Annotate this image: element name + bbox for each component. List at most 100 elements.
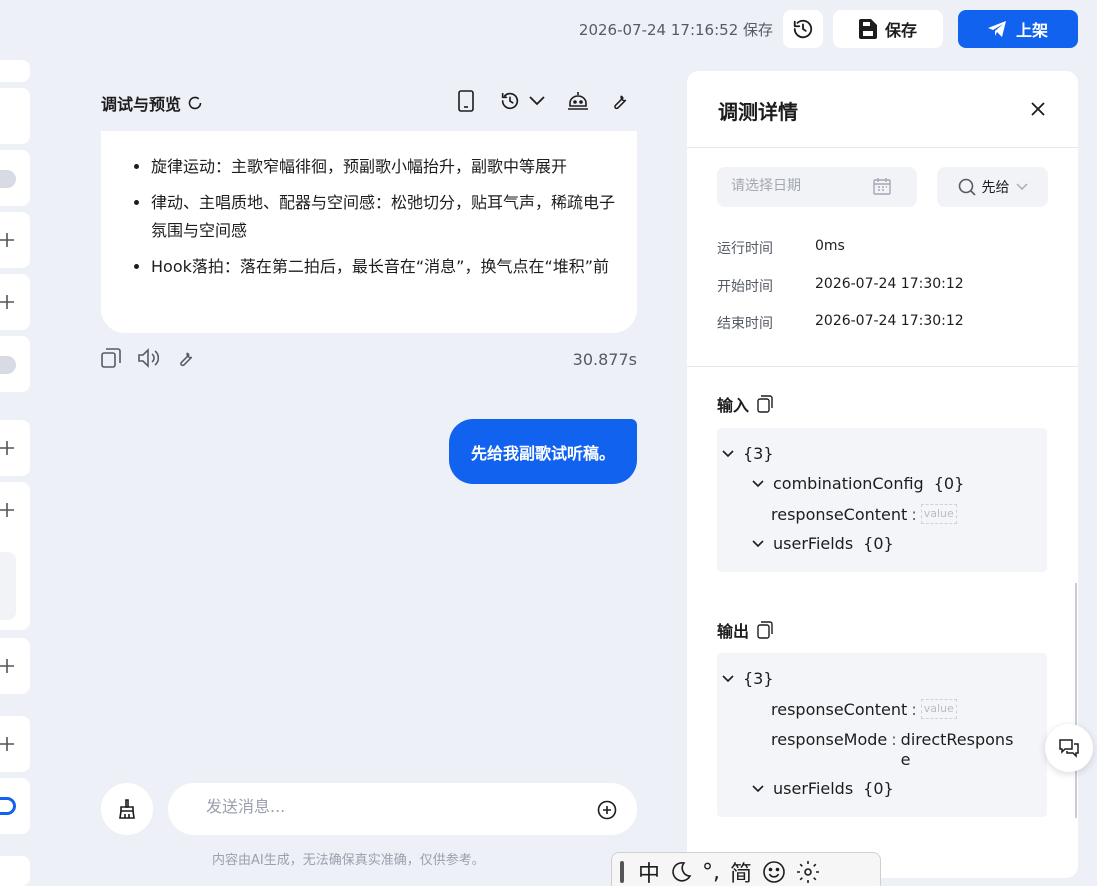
config-card[interactable] [0, 420, 30, 476]
ime-simplified-toggle[interactable]: 简 [730, 856, 752, 886]
output-title-text: 输出 [717, 622, 750, 641]
json-key: userFields [773, 534, 854, 553]
date-input[interactable] [731, 178, 871, 194]
chevron-down-icon[interactable] [721, 449, 735, 459]
ai-disclaimer: 内容由AI生成，无法确保真实准确，仅供参考。 [212, 853, 485, 868]
speaker-icon[interactable] [137, 348, 159, 368]
config-card[interactable] [0, 856, 30, 886]
copy-icon[interactable] [757, 395, 773, 413]
json-key: userFields [773, 779, 854, 798]
plus-icon[interactable] [0, 503, 14, 517]
add-circle-icon[interactable] [597, 800, 617, 820]
search-select[interactable]: 先给 [937, 167, 1048, 207]
gear-icon[interactable] [796, 860, 820, 884]
json-value: directResponse [900, 730, 1014, 769]
config-card[interactable] [0, 150, 30, 206]
save-button[interactable]: 保存 [833, 10, 943, 48]
config-card[interactable] [0, 778, 30, 834]
close-icon[interactable] [1030, 101, 1046, 117]
config-card[interactable] [0, 716, 30, 772]
publish-button-label: 上架 [1015, 21, 1048, 40]
toggle-switch[interactable] [0, 356, 16, 374]
moon-icon[interactable] [670, 861, 692, 883]
config-card[interactable] [0, 336, 30, 392]
json-row[interactable]: combinationConfig {0} [751, 474, 964, 493]
message-input-box[interactable] [168, 783, 637, 835]
json-root-row[interactable]: {3} [721, 444, 774, 463]
preview-title-text: 调试与预览 [101, 95, 182, 114]
json-row[interactable]: userFields {0} [751, 534, 894, 553]
chevron-down-icon [1016, 183, 1027, 190]
debug-bot-button[interactable] [567, 90, 589, 112]
mobile-preview-button[interactable] [458, 90, 474, 112]
feedback-chat-button[interactable] [1045, 724, 1093, 772]
plus-icon[interactable] [0, 441, 14, 455]
mobile-phone-icon [458, 90, 474, 112]
wrench-icon[interactable] [175, 348, 195, 368]
json-value-placeholder[interactable]: value [920, 699, 957, 719]
info-key: 开始时间 [717, 279, 773, 295]
ime-toolbar: 中 °, 简 [611, 852, 881, 886]
date-picker[interactable] [717, 167, 917, 207]
json-count: {0} [933, 474, 965, 493]
input-json-viewer: {3} combinationConfig {0} responseConten… [717, 428, 1047, 572]
message-input[interactable] [206, 797, 566, 816]
settings-wrench-button[interactable] [609, 90, 629, 112]
json-value-placeholder[interactable]: value [920, 504, 957, 524]
config-card[interactable] [0, 482, 30, 630]
config-card[interactable] [0, 212, 30, 268]
info-value: 0ms [815, 238, 845, 254]
chat-bubbles-icon [1059, 739, 1079, 758]
chevron-down-icon[interactable] [751, 784, 765, 794]
send-plane-icon [987, 21, 1006, 37]
output-section-title: 输出 [717, 618, 773, 642]
response-duration: 30.877s [572, 350, 637, 369]
chevron-down-icon [529, 96, 545, 106]
debug-details-panel: 调测详情 先给 运行时间 0ms 开始时间 2026-07-24 17:30:1… [687, 71, 1078, 878]
bot-debug-icon [568, 92, 588, 110]
wrench-icon [614, 95, 627, 110]
clear-context-button[interactable] [101, 783, 153, 835]
user-message-text: 先给我副歌试听稿。 [470, 443, 615, 463]
json-row: responseContent : value [771, 699, 957, 719]
ime-punctuation-toggle[interactable]: °, [702, 860, 720, 885]
save-file-icon [858, 19, 877, 39]
ime-drag-handle[interactable] [620, 861, 624, 883]
toggle-switch[interactable] [0, 170, 16, 188]
plus-icon[interactable] [0, 737, 14, 751]
json-count: {3} [743, 669, 774, 688]
scrollbar[interactable] [1075, 583, 1077, 818]
chevron-down-icon[interactable] [721, 674, 735, 684]
search-value: 先给 [981, 180, 1010, 196]
history-dropdown-button[interactable] [499, 90, 545, 112]
plus-icon[interactable] [0, 295, 14, 309]
plus-icon[interactable] [0, 233, 14, 247]
list-item: 律动、主唱质地、配器与空间感：松弛切分，贴耳气声，稀疏电子氛围与空间感 [151, 189, 621, 245]
json-root-row[interactable]: {3} [721, 669, 774, 688]
plus-icon[interactable] [0, 659, 14, 673]
ime-mode-toggle[interactable]: 中 [638, 856, 660, 886]
chevron-down-icon[interactable] [751, 479, 765, 489]
search-icon [958, 178, 976, 196]
json-colon: : [911, 699, 917, 719]
config-subcard[interactable] [0, 552, 16, 620]
config-card[interactable] [0, 638, 30, 694]
json-row: responseMode : directResponse [771, 730, 1016, 770]
list-item: 贴近感置 [151, 131, 621, 145]
json-row[interactable]: userFields {0} [751, 779, 894, 798]
ai-message-list: 贴近感置 旋律运动：主歌窄幅徘徊，预副歌小幅抬升，副歌中等展开 律动、主唱质地、… [151, 131, 621, 289]
emoji-icon[interactable] [762, 860, 786, 884]
user-message-bubble: 先给我副歌试听稿。 [449, 419, 637, 484]
history-button[interactable] [783, 10, 823, 48]
toggle-switch-on[interactable] [0, 797, 16, 815]
copy-icon[interactable] [101, 348, 121, 368]
json-key: responseMode [771, 730, 888, 749]
copy-icon[interactable] [757, 621, 773, 639]
publish-button[interactable]: 上架 [958, 10, 1078, 48]
config-card[interactable] [0, 88, 30, 144]
chevron-down-icon[interactable] [751, 539, 765, 549]
config-card[interactable] [0, 274, 30, 330]
details-title: 调测详情 [718, 100, 798, 124]
refresh-icon[interactable] [187, 95, 203, 111]
preview-title: 调试与预览 [101, 91, 203, 115]
